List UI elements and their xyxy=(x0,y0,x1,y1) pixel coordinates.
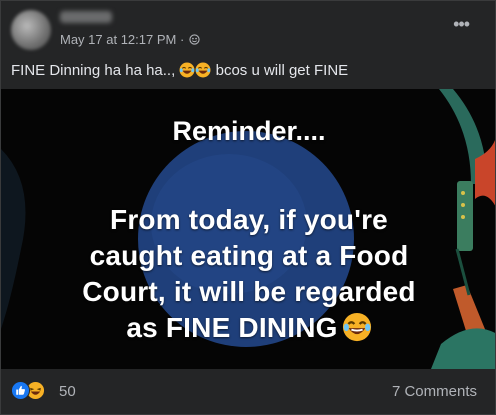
meme-line-3: Court, it will be regarded xyxy=(82,276,416,307)
post-footer: 50 7 Comments xyxy=(1,369,495,414)
more-options-icon[interactable]: ••• xyxy=(453,15,470,33)
laughing-emoji xyxy=(342,312,371,342)
laughing-emoji xyxy=(195,62,211,78)
comments-count-link[interactable]: 7 Comments xyxy=(392,383,477,401)
post-image[interactable]: Reminder.... From today, if you're caugh… xyxy=(1,89,495,369)
meme-line-2: caught eating at a Food xyxy=(89,240,409,271)
meme-line-4: as FINE DINING xyxy=(126,312,338,343)
caption-text-suffix: bcos u will get FINE xyxy=(215,62,349,79)
post-caption: FINE Dinning ha ha ha.., bcos u will get… xyxy=(11,61,348,81)
reaction-count[interactable]: 50 xyxy=(59,383,76,401)
author-name-redacted[interactable] xyxy=(60,11,112,23)
meme-line-1: From today, if you're xyxy=(110,204,388,235)
meme-line-4-wrapper: as FINE DINING xyxy=(1,310,495,346)
meme-body: From today, if you're caught eating at a… xyxy=(1,202,495,346)
post-header: May 17 at 12:17 PM · ••• xyxy=(1,1,495,61)
avatar[interactable] xyxy=(11,10,51,50)
laughing-emoji xyxy=(179,62,195,78)
timestamp-text[interactable]: May 17 at 12:17 PM · xyxy=(60,32,188,47)
meme-title: Reminder.... xyxy=(172,116,326,146)
like-reaction-icon xyxy=(11,381,30,400)
post-timestamp[interactable]: May 17 at 12:17 PM · xyxy=(60,32,200,48)
globe-icon xyxy=(189,34,200,45)
caption-text-prefix: FINE Dinning ha ha ha.., xyxy=(11,62,176,79)
facebook-post: May 17 at 12:17 PM · ••• FINE Dinning ha… xyxy=(0,0,496,415)
